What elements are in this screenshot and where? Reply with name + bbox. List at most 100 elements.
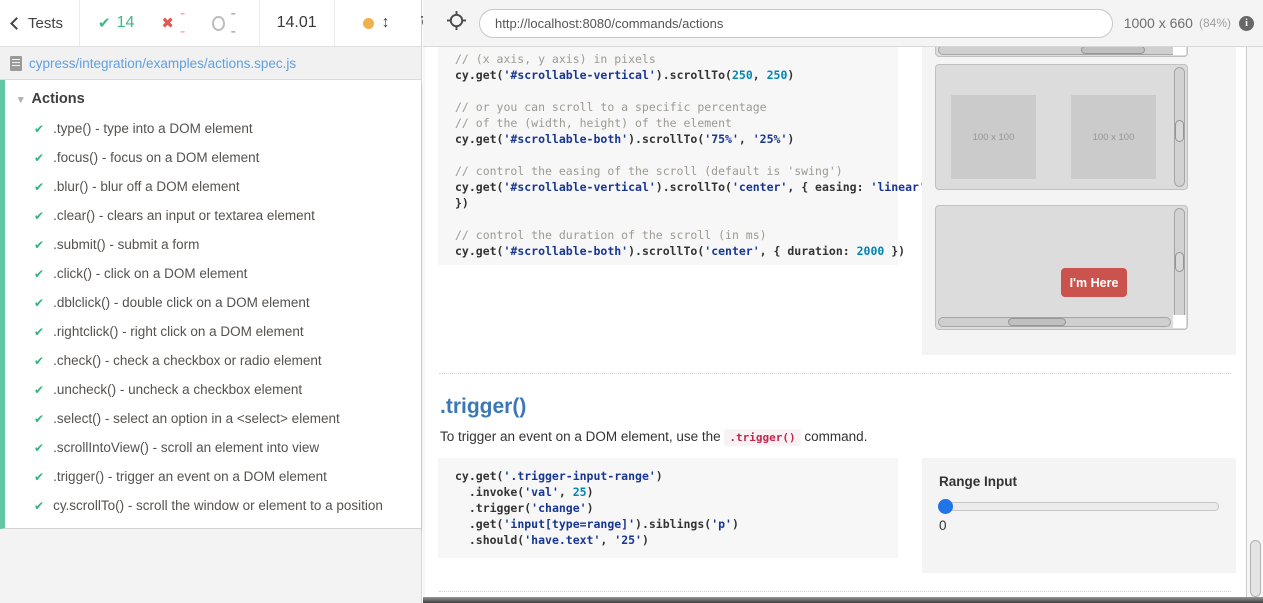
- test-item-label: .trigger() - trigger an event on a DOM e…: [53, 469, 327, 484]
- pending-stat: --: [212, 5, 238, 41]
- section-divider: [439, 591, 1231, 592]
- page-scrollbar-thumb[interactable]: [1250, 540, 1261, 597]
- range-input-label: Range Input: [939, 474, 1236, 489]
- cross-icon: ✖: [161, 14, 174, 32]
- check-icon: ✔: [34, 470, 44, 484]
- check-icon: ✔: [34, 151, 44, 165]
- check-icon: ✔: [34, 122, 44, 136]
- test-item[interactable]: ✔.scrollIntoView() - scroll an element i…: [5, 433, 421, 462]
- test-item[interactable]: ✔ .submit() - submit a form: [5, 230, 421, 259]
- test-item[interactable]: ✔.focus() - focus on a DOM element: [5, 143, 421, 172]
- test-item-label: .select() - select an option in a <selec…: [53, 411, 340, 426]
- test-item[interactable]: ✔ .dblclick() - double click on a DOM ele…: [5, 288, 421, 317]
- spec-file-row: cypress/integration/examples/actions.spe…: [0, 47, 421, 80]
- viewport-zoom: (84%): [1199, 16, 1231, 30]
- test-stats: ✔ 14 ✖ -- --: [80, 0, 260, 46]
- test-item[interactable]: ✔ .clear() - clears an input or textarea …: [5, 201, 421, 230]
- horizontal-scrollbar-thumb[interactable]: [1081, 47, 1145, 54]
- reporter-controls: ↕ ↻: [335, 0, 436, 46]
- viewport-info: 1000 x 660 (84%) i: [1124, 15, 1254, 31]
- failed-stat: ✖ --: [161, 5, 185, 41]
- test-item-label: .dblclick() - double click on a DOM elem…: [53, 295, 310, 310]
- test-item[interactable]: ✔cy.scrollTo() - scroll the window or el…: [5, 491, 421, 520]
- check-icon: ✔: [34, 296, 44, 310]
- pending-count: --: [231, 5, 239, 41]
- code-line: cy.get('.trigger-input-range'): [455, 468, 890, 484]
- spec-file-link[interactable]: cypress/integration/examples/actions.spe…: [29, 56, 296, 71]
- trigger-description-after: command.: [804, 429, 867, 444]
- placeholder-image: 100 x 100: [951, 95, 1036, 179]
- check-icon: ✔: [34, 383, 44, 397]
- code-line: cy.get('#scrollable-vertical').scrollTo(…: [455, 179, 890, 195]
- code-line: cy.get('#scrollable-both').scrollTo('75%…: [455, 131, 890, 147]
- range-slider[interactable]: [939, 502, 1219, 511]
- code-line: .trigger('change'): [455, 500, 890, 516]
- vertical-scrollbar[interactable]: [1174, 67, 1185, 187]
- test-item-label: .check() - check a checkbox or radio ele…: [53, 353, 322, 368]
- vertical-scrollbar-thumb[interactable]: [1175, 120, 1184, 142]
- code-line: [455, 147, 890, 163]
- test-item-label: .submit() - submit a form: [53, 237, 199, 252]
- check-icon: ✔: [34, 209, 44, 223]
- test-item[interactable]: ✔ .click() - click on a DOM element: [5, 259, 421, 288]
- back-to-tests-button[interactable]: Tests: [0, 0, 80, 46]
- check-icon: ✔: [34, 325, 44, 339]
- horizontal-scrollbar[interactable]: [938, 317, 1171, 327]
- vertical-scrollbar-thumb[interactable]: [1175, 252, 1184, 272]
- aut-panel: http://localhost:8080/commands/actions 1…: [423, 0, 1263, 603]
- test-item[interactable]: ✔ .check() - check a checkbox or radio el…: [5, 346, 421, 375]
- trigger-section-heading: .trigger(): [440, 395, 1246, 419]
- check-icon: ✔: [34, 180, 44, 194]
- suite-header[interactable]: ▾ Actions: [5, 80, 421, 114]
- check-icon: ✔: [34, 354, 44, 368]
- info-icon[interactable]: i: [1239, 16, 1254, 31]
- trigger-inline-code: .trigger(): [724, 429, 800, 446]
- code-line: // or you can scroll to a specific perce…: [455, 99, 890, 115]
- placeholder-image: 100 x 100: [1071, 95, 1156, 179]
- test-item[interactable]: ✔ .uncheck() - uncheck a checkbox element: [5, 375, 421, 404]
- scrollable-vertical-box: 100 x 100 100 x 100: [935, 64, 1188, 190]
- test-item[interactable]: ✔.select() - select an option in a <sele…: [5, 404, 421, 433]
- test-duration: 14.01: [260, 0, 335, 46]
- test-item-label: .uncheck() - uncheck a checkbox element: [53, 382, 302, 397]
- code-line: cy.get('#scrollable-vertical').scrollTo(…: [455, 67, 890, 83]
- range-value: 0: [939, 518, 1236, 533]
- test-item-label: .scrollIntoView() - scroll an element in…: [53, 440, 319, 455]
- im-here-button[interactable]: I'm Here: [1061, 268, 1127, 297]
- trigger-description-before: To trigger an event on a DOM element, us…: [440, 429, 721, 444]
- page-bottom-edge: [423, 597, 1263, 603]
- scrollable-horizontal-box: [935, 47, 1188, 57]
- failed-count: --: [180, 5, 185, 41]
- collapse-caret-icon: ▾: [18, 93, 24, 106]
- check-icon: ✔: [34, 267, 44, 281]
- trigger-example-row: cy.get('.trigger-input-range') .invoke('…: [425, 458, 1246, 573]
- circle-icon: [212, 16, 224, 31]
- check-icon: ✔: [34, 238, 44, 252]
- test-item[interactable]: ✔.type() - type into a DOM element: [5, 114, 421, 143]
- code-line: [455, 211, 890, 227]
- test-item[interactable]: ✔.rightclick() - right click on a DOM el…: [5, 317, 421, 346]
- url-address-bar[interactable]: http://localhost:8080/commands/actions: [479, 9, 1113, 38]
- reporter-empty-area: [0, 529, 421, 603]
- selector-playground-icon[interactable]: [447, 11, 466, 35]
- range-slider-thumb[interactable]: [938, 499, 953, 514]
- scrollable-both-box: I'm Here: [935, 205, 1188, 330]
- test-reporter-panel: Tests ✔ 14 ✖ -- -- 14.01 ↕ ↻: [0, 0, 422, 603]
- horizontal-scrollbar[interactable]: [938, 47, 1185, 55]
- back-to-tests-label: Tests: [28, 15, 63, 32]
- test-item-label: .clear() - clears an input or textarea e…: [53, 208, 315, 223]
- test-item-label: .click() - click on a DOM element: [53, 266, 247, 281]
- scrollto-code-block: // (x axis, y axis) in pixelscy.get('#sc…: [438, 47, 898, 265]
- vertical-scrollbar[interactable]: [1174, 208, 1185, 327]
- horizontal-scrollbar-thumb[interactable]: [1008, 318, 1066, 326]
- test-item[interactable]: ✔ .blur() - blur off a DOM element: [5, 172, 421, 201]
- scrollbar-corner: [1173, 47, 1186, 55]
- viewport-size: 1000 x 660: [1124, 15, 1193, 31]
- code-line: .get('input[type=range]').siblings('p'): [455, 516, 890, 532]
- test-list: ✔.type() - type into a DOM element✔.focu…: [5, 114, 421, 520]
- test-item-label: .blur() - blur off a DOM element: [53, 179, 240, 194]
- scrollbar-corner: [1173, 315, 1186, 328]
- auto-scroll-toggle[interactable]: ↕: [363, 14, 390, 32]
- test-item[interactable]: ✔ .trigger() - trigger an event on a DOM …: [5, 462, 421, 491]
- passed-count: 14: [117, 14, 135, 32]
